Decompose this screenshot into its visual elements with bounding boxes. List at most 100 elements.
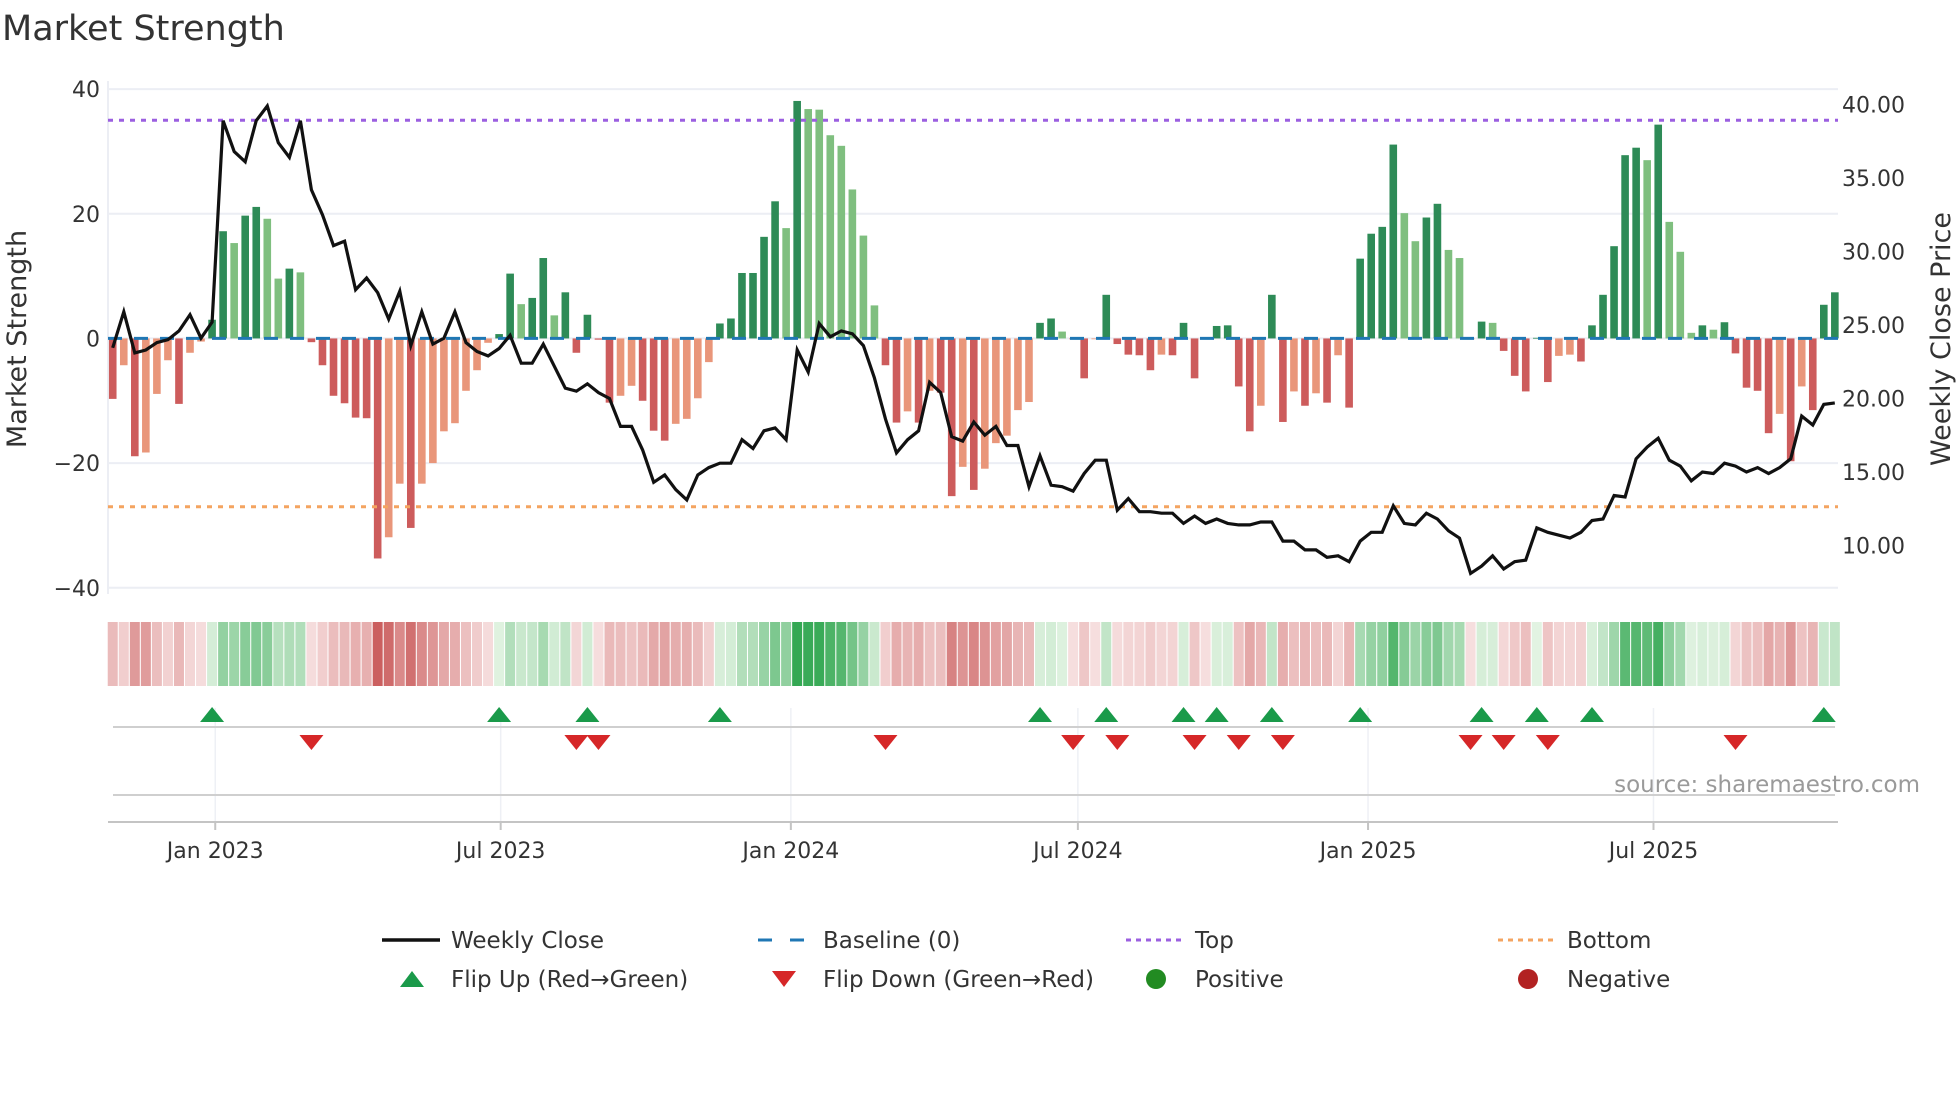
- strength-bar: [671, 338, 680, 424]
- strength-bar: [605, 338, 614, 403]
- strength-bar: [1345, 338, 1353, 408]
- strength-bar: [1168, 338, 1177, 356]
- legend-triangle-down-icon: [772, 971, 796, 987]
- flip-down-marker: [873, 735, 898, 750]
- heat-strip-cell: [361, 622, 372, 686]
- strength-bar: [362, 338, 371, 419]
- strength-bar: [1080, 338, 1088, 379]
- heat-strip-cell: [372, 622, 383, 686]
- strength-bar: [142, 338, 150, 453]
- strength-bar: [1422, 217, 1431, 339]
- strength-bar: [1698, 325, 1707, 339]
- strength-bar: [440, 338, 448, 432]
- legend-label: Weekly Close: [451, 928, 604, 954]
- strength-bar: [903, 338, 912, 412]
- strength-bar: [406, 338, 415, 528]
- strength-bar: [1234, 338, 1243, 387]
- legend-circle-icon: [1146, 969, 1166, 989]
- y-tick-label: 40: [72, 78, 100, 103]
- heat-strip-cell: [1123, 622, 1134, 686]
- strength-bar: [274, 278, 283, 339]
- strength-bar: [307, 338, 316, 343]
- heat-strip-cell: [1509, 622, 1520, 686]
- y-tick-label: −40: [54, 577, 100, 602]
- strength-bar: [694, 338, 702, 399]
- heat-strip-cell: [1222, 622, 1233, 686]
- legend-label: Top: [1194, 928, 1234, 954]
- heat-strip-cell: [284, 622, 295, 686]
- heat-strip-cell: [1046, 622, 1057, 686]
- heat-strip-cell: [460, 622, 471, 686]
- heat-strip-cell: [207, 622, 218, 686]
- strength-bar: [318, 338, 327, 366]
- strength-bar: [131, 338, 139, 457]
- strength-bar: [550, 315, 559, 339]
- heat-strip-cell: [681, 622, 692, 686]
- strength-bar: [616, 338, 625, 396]
- heat-strip-cell: [1311, 622, 1322, 686]
- heat-strip-cell: [1211, 622, 1222, 686]
- strength-bar: [947, 338, 956, 497]
- strength-bar: [1444, 249, 1453, 339]
- strength-bar: [329, 338, 338, 396]
- strength-bar: [1599, 294, 1607, 339]
- strength-bar: [1488, 322, 1497, 339]
- heat-strip-cell: [1255, 622, 1266, 686]
- chart-title: Market Strength: [2, 9, 285, 49]
- heat-strip-cell: [1112, 622, 1123, 686]
- strength-bar: [1025, 338, 1033, 403]
- heat-strip-cell: [1575, 622, 1586, 686]
- heat-strip-cell: [1476, 622, 1487, 686]
- strength-bar: [1808, 338, 1817, 411]
- strength-bar: [969, 338, 978, 490]
- strength-bar: [1102, 294, 1111, 339]
- heat-strip-cell: [1322, 622, 1333, 686]
- heat-strip-cell: [1344, 622, 1355, 686]
- y-axis-label: Market Strength: [2, 230, 33, 448]
- heat-strip-cell: [494, 622, 505, 686]
- strength-bar: [793, 100, 801, 339]
- heat-strip-cell: [604, 622, 615, 686]
- strength-bar: [1687, 332, 1696, 339]
- strength-bar: [296, 272, 305, 339]
- legend: Weekly Close Baseline (0) Top Bottom Flip Up…: [382, 928, 1670, 993]
- heat-strip-cell: [1807, 622, 1818, 686]
- heat-strip-cell: [1277, 622, 1288, 686]
- heat-strip-cell: [781, 622, 792, 686]
- flip-down-marker: [1535, 735, 1560, 750]
- strength-bar: [1245, 338, 1254, 432]
- strength-bar: [1003, 338, 1011, 436]
- y2-tick-label: 15.00: [1842, 461, 1905, 486]
- heat-strip-cell: [1001, 622, 1012, 686]
- strength-bar: [1775, 338, 1784, 414]
- strength-bar: [1113, 338, 1122, 345]
- heat-strip-cell: [185, 622, 196, 686]
- heat-strip-cell: [1708, 622, 1719, 686]
- strength-bar: [1555, 338, 1563, 356]
- heat-strip-cell: [516, 622, 527, 686]
- strength-bar: [1279, 338, 1287, 422]
- strength-bar: [1566, 338, 1574, 355]
- heat-strip-cell: [173, 622, 184, 686]
- heat-strip-cell: [1564, 622, 1575, 686]
- flip-down-marker: [1061, 735, 1086, 750]
- heat-strip-cell: [1586, 622, 1597, 686]
- heat-strip-cell: [394, 622, 405, 686]
- strength-bar: [1058, 331, 1066, 339]
- strength-bar: [1742, 338, 1751, 388]
- heat-strip-cell: [1531, 622, 1542, 686]
- heat-strip-cell: [957, 622, 968, 686]
- heat-strip-cell: [1432, 622, 1443, 686]
- heat-strip-cell: [1410, 622, 1421, 686]
- strength-bar: [175, 338, 183, 404]
- strength-bar: [583, 314, 592, 339]
- flip-up-marker: [1811, 707, 1836, 722]
- strength-bar: [1621, 155, 1629, 339]
- legend-label: Flip Down (Green→Red): [823, 967, 1094, 993]
- heat-strip-cell: [151, 622, 162, 686]
- heat-strip-cell: [1399, 622, 1410, 686]
- heat-strip-cell: [527, 622, 538, 686]
- flip-down-marker: [1270, 735, 1295, 750]
- strength-bar: [1290, 338, 1298, 392]
- strength-bar: [1268, 294, 1276, 339]
